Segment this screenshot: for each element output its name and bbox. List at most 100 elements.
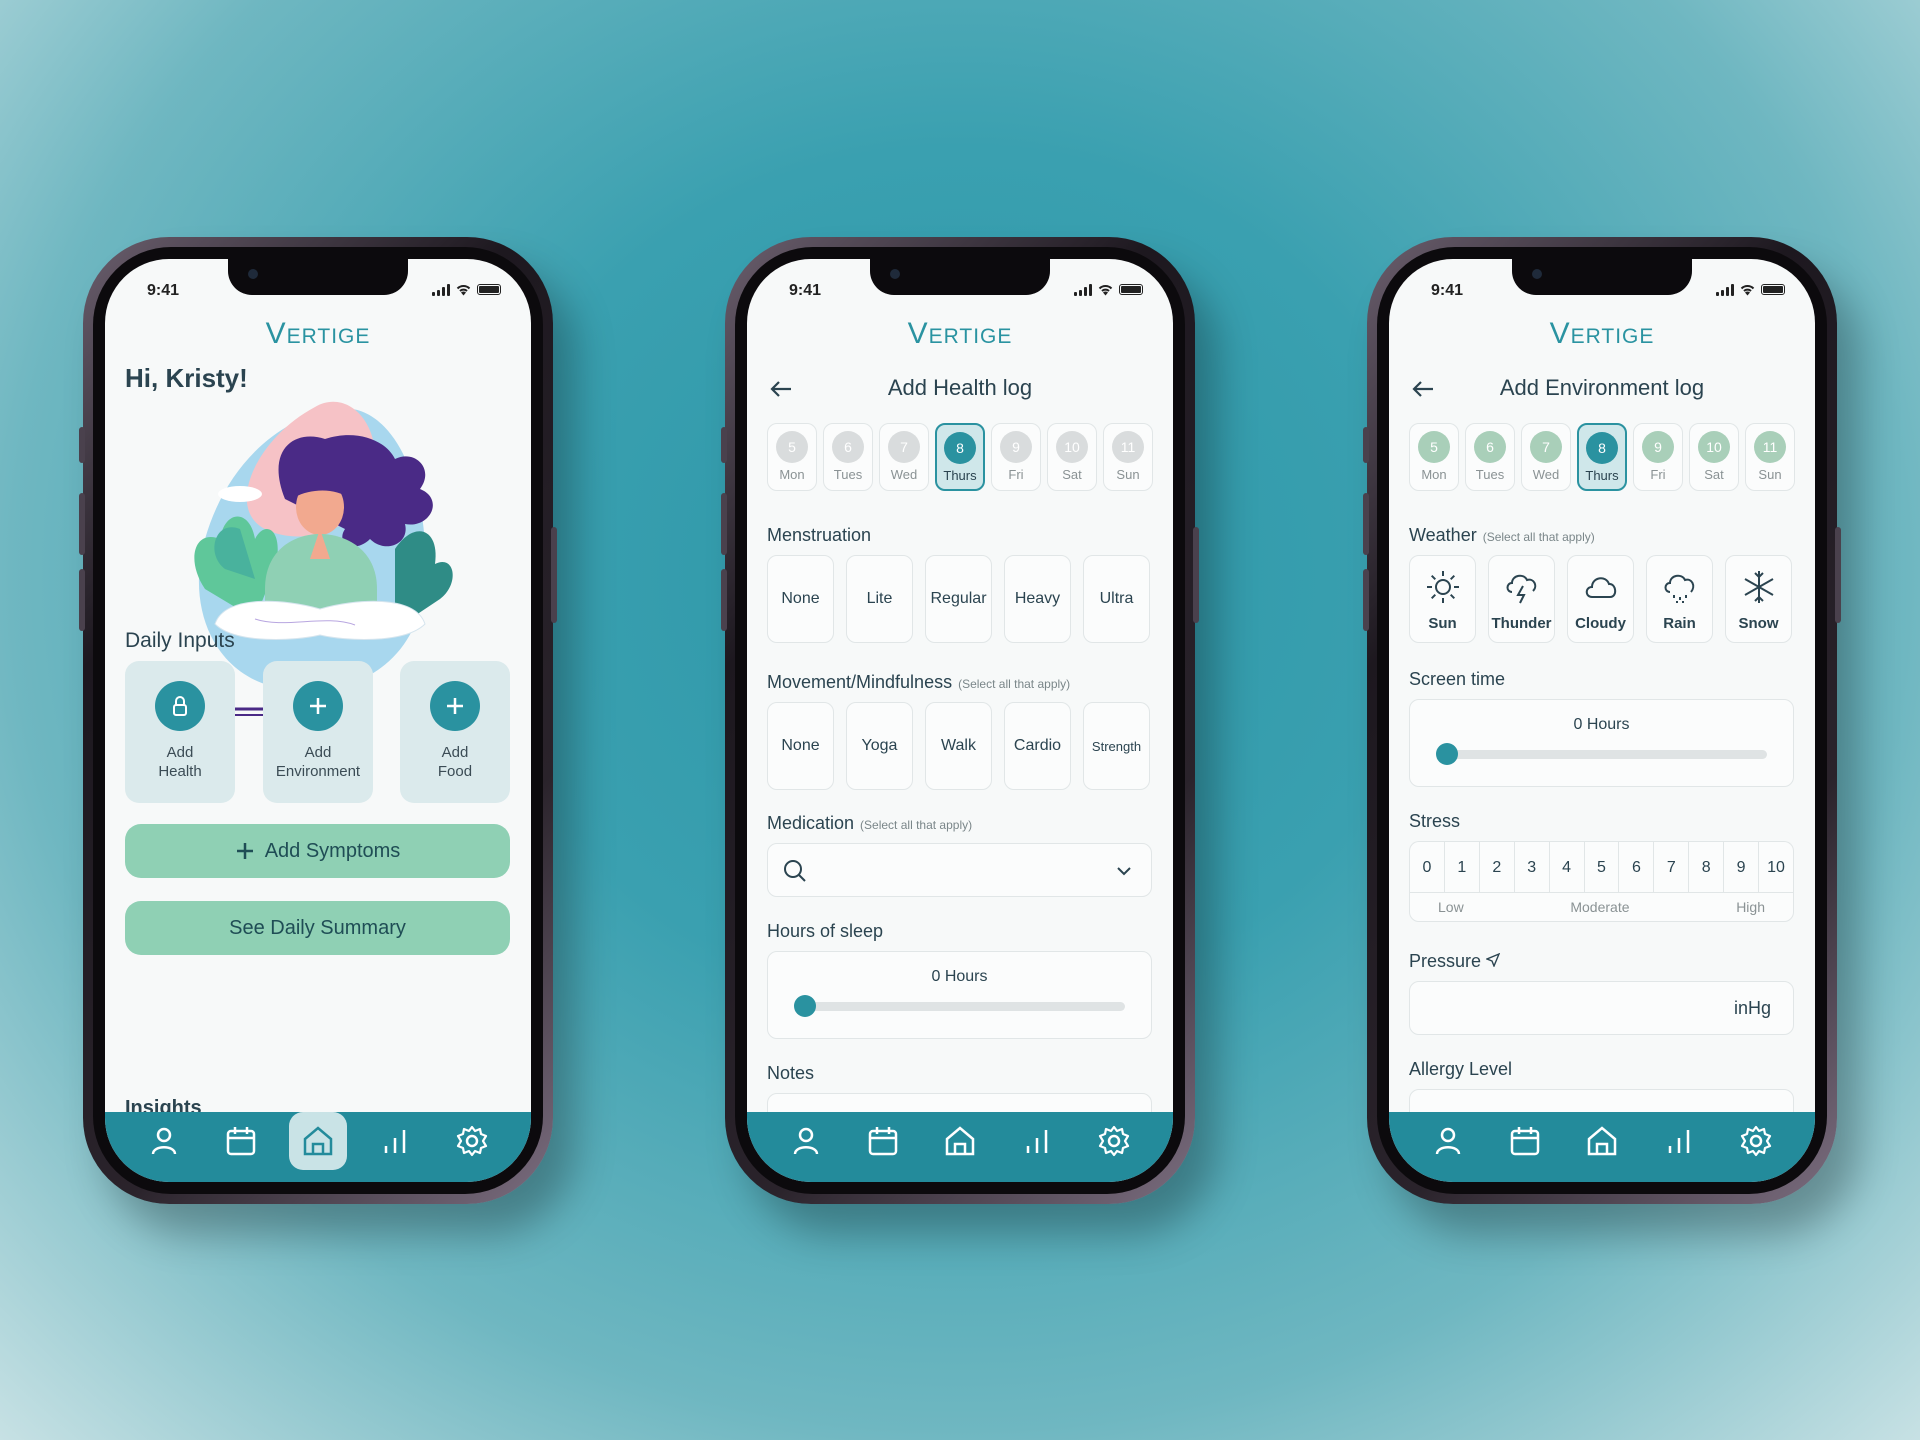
tab-home[interactable] <box>931 1112 989 1170</box>
movement-option[interactable]: Yoga <box>846 702 913 790</box>
stress-label: Stress <box>1409 811 1461 831</box>
day-tues[interactable]: 6 Tues <box>1465 423 1515 491</box>
menstruation-option[interactable]: None <box>767 555 834 643</box>
day-label: Tues <box>833 467 863 482</box>
tab-calendar[interactable] <box>212 1112 270 1170</box>
movement-options: None Yoga Walk Cardio Strength <box>767 702 1150 790</box>
sleep-slider-box: 0 Hours <box>767 951 1152 1039</box>
movement-label-text: Movement/Mindfulness <box>767 672 953 692</box>
medication-label: Medication (Select all that apply) <box>767 813 972 834</box>
sleep-slider-handle[interactable] <box>794 995 816 1017</box>
screen-time-slider-track[interactable] <box>1442 750 1767 759</box>
movement-option[interactable]: Walk <box>925 702 992 790</box>
day-fri[interactable]: 9 Fri <box>991 423 1041 491</box>
wifi-icon <box>456 285 471 296</box>
day-sat[interactable]: 10 Sat <box>1689 423 1739 491</box>
day-sat[interactable]: 10 Sat <box>1047 423 1097 491</box>
tab-stats[interactable] <box>366 1112 424 1170</box>
menstruation-option[interactable]: Lite <box>846 555 913 643</box>
add-symptoms-button[interactable]: Add Symptoms <box>125 824 510 878</box>
weather-option-cloudy[interactable]: Cloudy <box>1567 555 1634 643</box>
select-hint: (Select all that apply) <box>958 677 1071 691</box>
tab-settings[interactable] <box>1727 1112 1785 1170</box>
notch <box>228 259 408 295</box>
movement-option[interactable]: Cardio <box>1004 702 1071 790</box>
stress-option[interactable]: 9 <box>1724 842 1760 893</box>
tab-profile[interactable] <box>1419 1112 1477 1170</box>
tab-stats[interactable] <box>1008 1112 1066 1170</box>
stress-option[interactable]: 1 <box>1445 842 1480 893</box>
day-thurs[interactable]: 8 Thurs <box>1577 423 1627 491</box>
day-number: 10 <box>1698 431 1730 463</box>
snowflake-icon <box>1744 570 1773 603</box>
card-label-line2: Health <box>158 763 202 780</box>
day-label: Sat <box>1062 467 1082 482</box>
tab-home[interactable] <box>1573 1112 1631 1170</box>
pressure-input[interactable]: inHg <box>1409 981 1794 1035</box>
sleep-slider-track[interactable] <box>800 1002 1125 1011</box>
stress-option[interactable]: 3 <box>1515 842 1550 893</box>
cloud-icon <box>1585 576 1616 598</box>
medication-search-dropdown[interactable] <box>767 843 1152 897</box>
add-environment-card[interactable]: Add Environment <box>263 661 373 803</box>
stress-option[interactable]: 10 <box>1759 842 1793 893</box>
stress-scale-legend: Low Moderate High <box>1409 892 1794 922</box>
weather-option-thunder[interactable]: Thunder <box>1488 555 1555 643</box>
day-tues[interactable]: 6 Tues <box>823 423 873 491</box>
stress-option[interactable]: 5 <box>1585 842 1620 893</box>
weather-options: Sun Thunder Cloudy Rain Snow <box>1409 555 1792 643</box>
day-label: Sun <box>1116 467 1140 482</box>
stress-option[interactable]: 7 <box>1654 842 1690 893</box>
movement-option[interactable]: None <box>767 702 834 790</box>
menstruation-options: None Lite Regular Heavy Ultra <box>767 555 1150 643</box>
day-label: Sat <box>1704 467 1724 482</box>
phone-home: 9:41 Vertige Hi, Kristy! Daily Inputs Ad… <box>79 237 557 1204</box>
notch <box>870 259 1050 295</box>
stress-option[interactable]: 2 <box>1480 842 1515 893</box>
tab-settings[interactable] <box>1085 1112 1143 1170</box>
battery-icon <box>1761 284 1785 295</box>
add-food-card[interactable]: Add Food <box>400 661 510 803</box>
wifi-icon <box>1740 285 1755 296</box>
tab-profile[interactable] <box>135 1112 193 1170</box>
day-thurs[interactable]: 8 Thurs <box>935 423 985 491</box>
day-number: 5 <box>1418 431 1450 463</box>
add-health-card[interactable]: Add Health <box>125 661 235 803</box>
tab-calendar[interactable] <box>854 1112 912 1170</box>
day-number: 8 <box>1586 432 1618 464</box>
movement-option[interactable]: Strength <box>1083 702 1150 790</box>
stress-option[interactable]: 8 <box>1689 842 1725 893</box>
stress-option[interactable]: 6 <box>1619 842 1655 893</box>
day-sun[interactable]: 11 Sun <box>1745 423 1795 491</box>
tab-profile[interactable] <box>777 1112 835 1170</box>
menstruation-option[interactable]: Heavy <box>1004 555 1071 643</box>
location-arrow-icon[interactable] <box>1485 952 1501 968</box>
day-sun[interactable]: 11 Sun <box>1103 423 1153 491</box>
day-label: Mon <box>1421 467 1447 482</box>
screen-time-slider-handle[interactable] <box>1436 743 1458 765</box>
weather-option-rain[interactable]: Rain <box>1646 555 1713 643</box>
environment-log-screen: 9:41 Vertige Add Environment log 5 Mon 6 T… <box>1389 259 1815 1182</box>
stress-option[interactable]: 4 <box>1550 842 1585 893</box>
weather-option-snow[interactable]: Snow <box>1725 555 1792 643</box>
menstruation-option[interactable]: Ultra <box>1083 555 1150 643</box>
day-label: Thurs <box>943 468 977 483</box>
pressure-label-text: Pressure <box>1409 951 1482 971</box>
plus-icon <box>236 843 253 859</box>
weather-label: Sun <box>1428 614 1457 632</box>
daily-summary-button[interactable]: See Daily Summary <box>125 901 510 955</box>
day-mon[interactable]: 5 Mon <box>767 423 817 491</box>
day-wed[interactable]: 7 Wed <box>1521 423 1571 491</box>
menstruation-option[interactable]: Regular <box>925 555 992 643</box>
tab-calendar[interactable] <box>1496 1112 1554 1170</box>
tab-settings[interactable] <box>443 1112 501 1170</box>
day-picker: 5 Mon 6 Tues 7 Wed 8 Thurs 9 Fri 10 Sat 11 Sun <box>767 423 1153 491</box>
day-fri[interactable]: 9 Fri <box>1633 423 1683 491</box>
tab-stats[interactable] <box>1650 1112 1708 1170</box>
stress-option[interactable]: 0 <box>1410 842 1445 893</box>
day-wed[interactable]: 7 Wed <box>879 423 929 491</box>
weather-option-sun[interactable]: Sun <box>1409 555 1476 643</box>
day-mon[interactable]: 5 Mon <box>1409 423 1459 491</box>
gear-icon <box>1741 1125 1772 1157</box>
tab-home[interactable] <box>288 1112 347 1170</box>
